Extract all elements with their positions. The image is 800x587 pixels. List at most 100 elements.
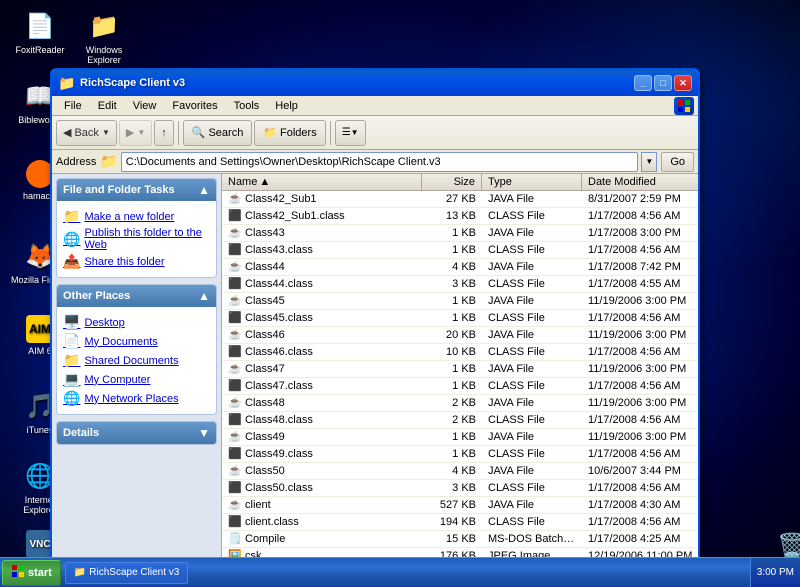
file-date: 1/17/2008 4:56 AM [582, 243, 698, 257]
file-type: CLASS File [482, 345, 582, 359]
table-row[interactable]: ☕ client 527 KB JAVA File 1/17/2008 4:30… [222, 497, 698, 514]
table-row[interactable]: ☕ Class49 1 KB JAVA File 11/19/2006 3:00… [222, 429, 698, 446]
start-button[interactable]: start [2, 560, 61, 586]
make-new-folder-link[interactable]: 📁 Make a new folder [63, 207, 210, 226]
column-type-header[interactable]: Type [482, 174, 582, 190]
file-name: ⬛ Class47.class [222, 378, 422, 394]
publish-folder-link[interactable]: 🌐 Publish this folder to the Web [63, 226, 210, 252]
file-type: CLASS File [482, 277, 582, 291]
file-folder-tasks-toggle[interactable]: ▲ [198, 183, 210, 197]
table-row[interactable]: ☕ Class43 1 KB JAVA File 1/17/2008 3:00 … [222, 225, 698, 242]
search-button[interactable]: 🔍 Search [183, 120, 253, 146]
file-size: 1 KB [422, 447, 482, 461]
table-row[interactable]: ⬛ Class47.class 1 KB CLASS File 1/17/200… [222, 378, 698, 395]
table-row[interactable]: ⬛ Class42_Sub1.class 13 KB CLASS File 1/… [222, 208, 698, 225]
other-places-header[interactable]: Other Places ▲ [57, 285, 216, 307]
menu-view[interactable]: View [125, 99, 165, 113]
forward-arrow-icon: ▶ [126, 126, 134, 139]
table-row[interactable]: ☕ Class50 4 KB JAVA File 10/6/2007 3:44 … [222, 463, 698, 480]
desktop-link[interactable]: 🖥️ Desktop [63, 313, 210, 332]
table-row[interactable]: ⬛ client.class 194 KB CLASS File 1/17/20… [222, 514, 698, 531]
file-size: 1 KB [422, 311, 482, 325]
file-type-icon: ⬛ [228, 481, 242, 495]
other-places-section: Other Places ▲ 🖥️ Desktop 📄 My Documents [56, 284, 217, 415]
file-date: 1/17/2008 3:00 PM [582, 226, 698, 240]
menu-favorites[interactable]: Favorites [164, 99, 225, 113]
table-row[interactable]: 🗒️ Compile 15 KB MS-DOS Batch File 1/17/… [222, 531, 698, 548]
my-computer-link[interactable]: 💻 My Computer [63, 370, 210, 389]
file-name: ⬛ Class43.class [222, 242, 422, 258]
table-row[interactable]: ☕ Class48 2 KB JAVA File 11/19/2006 3:00… [222, 395, 698, 412]
address-input[interactable] [126, 156, 634, 168]
file-type-icon: 🗒️ [228, 532, 242, 546]
details-header[interactable]: Details ▼ [57, 422, 216, 444]
forward-button[interactable]: ▶ ▼ [119, 120, 152, 146]
maximize-button[interactable]: □ [654, 75, 672, 91]
file-type-icon: ☕ [228, 464, 242, 478]
column-name-header[interactable]: Name ▲ [222, 174, 422, 190]
title-bar-buttons: _ □ ✕ [634, 75, 692, 91]
file-name: ⬛ Class45.class [222, 310, 422, 326]
address-label: Address [56, 156, 96, 168]
file-name: ☕ Class49 [222, 429, 422, 445]
table-row[interactable]: ⬛ Class44.class 3 KB CLASS File 1/17/200… [222, 276, 698, 293]
file-date: 11/19/2006 3:00 PM [582, 362, 698, 376]
file-size: 20 KB [422, 328, 482, 342]
file-name: ⬛ Class50.class [222, 480, 422, 496]
desktop-icon-windows-explorer[interactable]: 📁 Windows Explorer [72, 10, 136, 65]
menu-help[interactable]: Help [267, 99, 306, 113]
table-row[interactable]: ⬛ Class48.class 2 KB CLASS File 1/17/200… [222, 412, 698, 429]
address-bar: Address 📁 ▼ Go [52, 150, 698, 174]
column-date-header[interactable]: Date Modified [582, 174, 698, 190]
table-row[interactable]: ☕ Class47 1 KB JAVA File 11/19/2006 3:00… [222, 361, 698, 378]
table-row[interactable]: ☕ Class44 4 KB JAVA File 1/17/2008 7:42 … [222, 259, 698, 276]
address-dropdown-button[interactable]: ▼ [641, 152, 657, 172]
minimize-button[interactable]: _ [634, 75, 652, 91]
folders-button[interactable]: 📁 Folders [254, 120, 325, 146]
sort-asc-icon: ▲ [259, 176, 270, 188]
table-row[interactable]: ☕ Class45 1 KB JAVA File 11/19/2006 3:00… [222, 293, 698, 310]
up-button[interactable]: ↑ [154, 120, 174, 146]
back-button[interactable]: ◀ Back ▼ [56, 120, 117, 146]
file-folder-tasks-header[interactable]: File and Folder Tasks ▲ [57, 179, 216, 201]
menu-bar: File Edit View Favorites Tools Help [52, 96, 698, 116]
table-row[interactable]: ⬛ Class49.class 1 KB CLASS File 1/17/200… [222, 446, 698, 463]
taskbar-tray: 3:00 PM [750, 558, 800, 587]
table-row[interactable]: ⬛ Class43.class 1 KB CLASS File 1/17/200… [222, 242, 698, 259]
views-button[interactable]: ☰ ▼ [335, 120, 366, 146]
address-input-container[interactable] [121, 152, 639, 172]
details-toggle[interactable]: ▼ [198, 426, 210, 440]
file-list[interactable]: Name ▲ Size Type Date Modified [222, 174, 698, 566]
file-type-icon: ⬛ [228, 413, 242, 427]
shared-documents-link[interactable]: 📁 Shared Documents [63, 351, 210, 370]
taskbar-explorer-item[interactable]: 📁 RichScape Client v3 [65, 562, 189, 584]
file-type-icon: ☕ [228, 328, 242, 342]
file-list-header: Name ▲ Size Type Date Modified [222, 174, 698, 191]
table-row[interactable]: ⬛ Class50.class 3 KB CLASS File 1/17/200… [222, 480, 698, 497]
left-panel: File and Folder Tasks ▲ 📁 Make a new fol… [52, 174, 222, 566]
menu-edit[interactable]: Edit [90, 99, 125, 113]
table-row[interactable]: ☕ Class46 20 KB JAVA File 11/19/2006 3:0… [222, 327, 698, 344]
file-size: 13 KB [422, 209, 482, 223]
file-date: 1/17/2008 4:56 AM [582, 311, 698, 325]
desktop-icon-foxit[interactable]: 📄 FoxitReader [8, 10, 72, 55]
close-button[interactable]: ✕ [674, 75, 692, 91]
table-row[interactable]: ⬛ Class45.class 1 KB CLASS File 1/17/200… [222, 310, 698, 327]
file-type: JAVA File [482, 464, 582, 478]
column-size-header[interactable]: Size [422, 174, 482, 190]
my-network-link[interactable]: 🌐 My Network Places [63, 389, 210, 408]
go-button[interactable]: Go [661, 152, 694, 172]
share-folder-link[interactable]: 📤 Share this folder [63, 252, 210, 271]
menu-tools[interactable]: Tools [226, 99, 268, 113]
file-type-icon: ☕ [228, 430, 242, 444]
file-type-icon: ☕ [228, 294, 242, 308]
file-name: ☕ client [222, 497, 422, 513]
my-documents-link[interactable]: 📄 My Documents [63, 332, 210, 351]
menu-file[interactable]: File [56, 99, 90, 113]
file-date: 1/17/2008 4:56 AM [582, 481, 698, 495]
table-row[interactable]: ⬛ Class46.class 10 KB CLASS File 1/17/20… [222, 344, 698, 361]
table-row[interactable]: ☕ Class42_Sub1 27 KB JAVA File 8/31/2007… [222, 191, 698, 208]
other-places-toggle[interactable]: ▲ [198, 289, 210, 303]
file-type: JAVA File [482, 362, 582, 376]
desktop: 📄 FoxitReader 📁 Windows Explorer 📖 Bible… [0, 0, 800, 587]
